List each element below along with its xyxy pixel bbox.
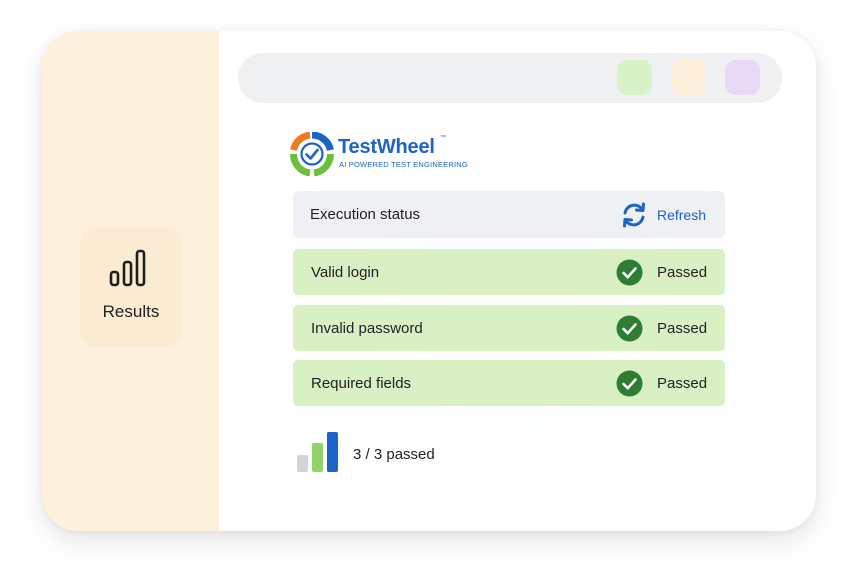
check-circle-icon xyxy=(616,259,643,286)
check-circle-icon xyxy=(616,370,643,397)
sidebar-item-label: Results xyxy=(102,302,160,321)
test-status: Passed xyxy=(657,375,708,392)
refresh-label: Refresh xyxy=(656,207,706,223)
summary-text: 3 / 3 passed xyxy=(353,446,435,463)
test-status: Passed xyxy=(657,264,708,281)
test-row[interactable]: Invalid password Passed xyxy=(293,305,725,351)
refresh-icon xyxy=(622,202,645,228)
top-bar xyxy=(238,53,782,103)
sidebar-item-results[interactable]: Results xyxy=(80,228,182,346)
testwheel-logo: TestWheel ™ AI POWERED TEST ENGINEERING xyxy=(290,132,468,178)
execution-status-title: Execution status xyxy=(310,206,421,223)
test-row[interactable]: Required fields Passed xyxy=(293,360,725,406)
test-name: Required fields xyxy=(311,375,412,392)
summary-bars-icon xyxy=(297,432,338,472)
test-name: Valid login xyxy=(311,264,380,281)
test-row[interactable]: Valid login Passed xyxy=(293,249,725,295)
bar-chart-icon xyxy=(109,249,146,287)
logo-trademark: ™ xyxy=(440,135,446,141)
check-circle-icon xyxy=(616,315,643,342)
logo-brand: TestWheel xyxy=(338,136,435,158)
window-control-peach[interactable] xyxy=(671,60,706,95)
refresh-button[interactable]: Refresh xyxy=(620,201,706,229)
window-control-green[interactable] xyxy=(617,60,652,95)
test-name: Invalid password xyxy=(311,320,423,337)
logo-tagline: AI POWERED TEST ENGINEERING xyxy=(339,160,468,169)
sidebar: Results xyxy=(42,31,219,531)
summary: 3 / 3 passed xyxy=(295,431,495,475)
test-status: Passed xyxy=(657,320,708,337)
wheel-logo-icon xyxy=(290,132,334,176)
window-control-violet[interactable] xyxy=(725,60,760,95)
execution-status-header: Execution status Refresh xyxy=(293,191,725,238)
app-window: Results TestWheel ™ AI POWERED TEST ENGI… xyxy=(42,31,816,531)
